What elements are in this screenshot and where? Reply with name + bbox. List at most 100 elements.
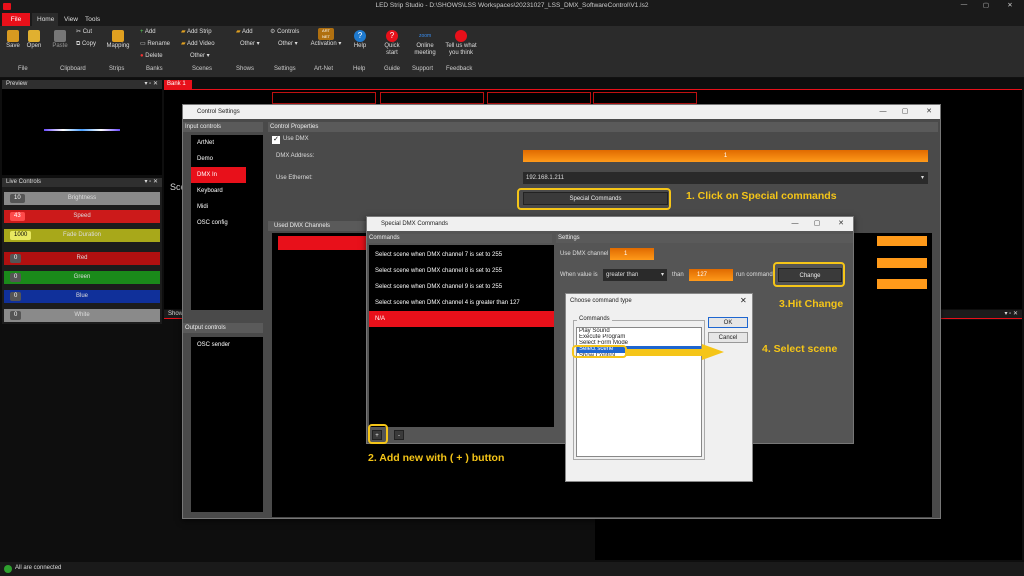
scene-tile[interactable]	[272, 92, 376, 104]
used-channel-bar	[877, 236, 927, 246]
live-control-value: 0	[10, 254, 22, 263]
close-icon[interactable]: ✕	[917, 105, 941, 119]
folder-icon	[28, 30, 40, 42]
live-control-label: Red	[76, 255, 88, 261]
live-controls-header: Live Controls ▾ ▫ ✕	[2, 178, 162, 187]
maximize-icon[interactable]: ▢	[980, 1, 992, 9]
ethernet-select[interactable]: 192.168.1.211 ▾	[523, 172, 928, 184]
delete-icon: ●	[140, 53, 144, 59]
used-channel-row[interactable]	[278, 236, 368, 250]
live-control-label: Speed	[73, 213, 91, 219]
input-control-item[interactable]: OSC config	[191, 215, 263, 231]
remove-command-button[interactable]: -	[394, 430, 404, 440]
delete-bank-button[interactable]: ● Delete	[140, 53, 174, 60]
bank-tab[interactable]: Bank 1	[164, 80, 192, 89]
command-list-item[interactable]: Select scene when DMX channel 9 is set t…	[369, 279, 554, 295]
cancel-button[interactable]: Cancel	[708, 332, 748, 343]
output-item[interactable]: OSC sender	[191, 337, 263, 353]
scene-tile[interactable]	[380, 92, 484, 104]
live-control-slider[interactable]: 43 Speed	[4, 210, 160, 223]
rename-bank-button[interactable]: ▭ Rename	[140, 41, 174, 48]
menu-file[interactable]: File	[2, 13, 30, 26]
output-controls-list: OSC sender	[191, 337, 263, 512]
other-scenes-button[interactable]: Other ▾	[190, 53, 220, 60]
live-control-value: 43	[10, 212, 25, 221]
live-control-label: White	[74, 312, 90, 318]
command-list-item[interactable]: Select scene when DMX channel 4 is great…	[369, 295, 554, 311]
live-control-slider[interactable]: 0 Blue	[4, 290, 160, 303]
close-icon[interactable]: ✕	[740, 296, 747, 305]
input-control-item[interactable]: Keyboard	[191, 183, 263, 199]
mapping-button[interactable]: Mapping	[104, 30, 132, 50]
scene-tile[interactable]	[487, 92, 591, 104]
minimize-icon[interactable]: —	[958, 1, 970, 8]
used-channel-bar	[877, 258, 927, 268]
add-video-button[interactable]: ▰ Add Video	[181, 41, 221, 48]
menu-tools[interactable]: Tools	[80, 13, 105, 26]
input-control-item[interactable]: Demo	[191, 151, 263, 167]
use-dmx-checkbox[interactable]: ✓	[272, 136, 280, 144]
commands-groupbox-label: Commands	[577, 316, 612, 322]
threshold-spinner[interactable]: 127	[689, 269, 733, 281]
live-control-slider[interactable]: 0 Green	[4, 271, 160, 284]
annotation-step3: 3.Hit Change	[779, 298, 844, 310]
preview-header: Preview ▾ ▫ ✕	[2, 80, 162, 89]
cut-button[interactable]: ✂ Cut	[76, 29, 100, 36]
panel-controls-icon[interactable]: ▾ ▫ ✕	[145, 178, 159, 187]
used-dmx-channels-header: Used DMX Channels	[268, 221, 368, 231]
minimize-icon[interactable]: —	[871, 105, 895, 119]
window-title: LED Strip Studio - D:\SHOWS\LSS Workspac…	[375, 2, 649, 9]
use-ethernet-label: Use Ethernet:	[276, 175, 313, 181]
other-shows-button[interactable]: Other ▾	[240, 41, 266, 48]
open-button[interactable]: Open	[24, 30, 44, 50]
live-control-slider[interactable]: 1000 Fade Duration	[4, 229, 160, 242]
add-show-button[interactable]: ▰ Add	[236, 29, 260, 36]
preview-panel: Preview ▾ ▫ ✕	[2, 80, 162, 175]
command-list-item[interactable]: N/A	[369, 311, 554, 327]
use-dmx-label: Use DMX	[283, 136, 309, 142]
add-strip-button[interactable]: ▰ Add Strip	[181, 29, 221, 36]
copy-button[interactable]: ⧉ Copy	[76, 41, 100, 48]
group-support: Support	[412, 66, 434, 72]
shows-panel-controls-icon[interactable]: ▾ ▫ ✕	[1005, 310, 1019, 319]
online-meeting-button[interactable]: zoom Online meeting	[410, 30, 440, 57]
group-clipboard: Clipboard	[60, 66, 86, 72]
help-button[interactable]: ? Help	[348, 30, 372, 50]
save-button[interactable]: Save	[4, 30, 22, 50]
condition-select[interactable]: greater than ▾	[603, 269, 667, 281]
live-control-slider[interactable]: 0 White	[4, 309, 160, 322]
activation-button[interactable]: ART NET Activation ▾	[310, 28, 342, 48]
maximize-icon[interactable]: ▢	[805, 217, 829, 231]
live-control-label: Fade Duration	[62, 232, 102, 238]
close-icon[interactable]: ✕	[829, 217, 853, 231]
other-settings-button[interactable]: Other ▾	[278, 41, 304, 48]
command-list-item[interactable]: Select scene when DMX channel 7 is set t…	[369, 247, 554, 263]
input-control-item[interactable]: Midi	[191, 199, 263, 215]
input-control-item[interactable]: DMX In	[191, 167, 246, 183]
artnet-logo-icon: ART NET	[318, 28, 334, 40]
pin-icon[interactable]: ▾ ▫ ✕	[145, 80, 159, 89]
menu-home[interactable]: Home	[32, 13, 58, 26]
scene-tile[interactable]	[593, 92, 697, 104]
live-control-label: Blue	[75, 293, 88, 299]
minimize-icon[interactable]: —	[783, 217, 807, 231]
feedback-button[interactable]: Tell us what you think	[442, 30, 480, 57]
paste-button[interactable]: Paste	[50, 30, 70, 50]
status-bar: All are connected	[0, 562, 1024, 576]
controls-button[interactable]: ⚙ Controls	[270, 29, 306, 36]
quick-start-button[interactable]: ? Quick start	[378, 30, 406, 57]
status-text: All are connected	[15, 565, 62, 571]
input-control-item[interactable]: ArtNet	[191, 135, 263, 151]
dmx-channel-spinner[interactable]: 1	[610, 248, 654, 260]
close-icon[interactable]: ✕	[1004, 1, 1016, 9]
add-bank-button[interactable]: + Add	[140, 29, 174, 36]
ok-button[interactable]: OK	[708, 317, 748, 328]
live-control-slider[interactable]: 10 Brightness	[4, 192, 160, 205]
control-properties-header: Control Properties	[268, 122, 938, 132]
maximize-icon[interactable]: ▢	[893, 105, 917, 119]
dmx-address-spinner[interactable]: 1	[523, 150, 928, 162]
live-control-value: 0	[10, 311, 22, 320]
control-settings-titlebar: Control Settings	[183, 105, 940, 119]
live-control-slider[interactable]: 0 Red	[4, 252, 160, 265]
command-list-item[interactable]: Select scene when DMX channel 8 is set t…	[369, 263, 554, 279]
